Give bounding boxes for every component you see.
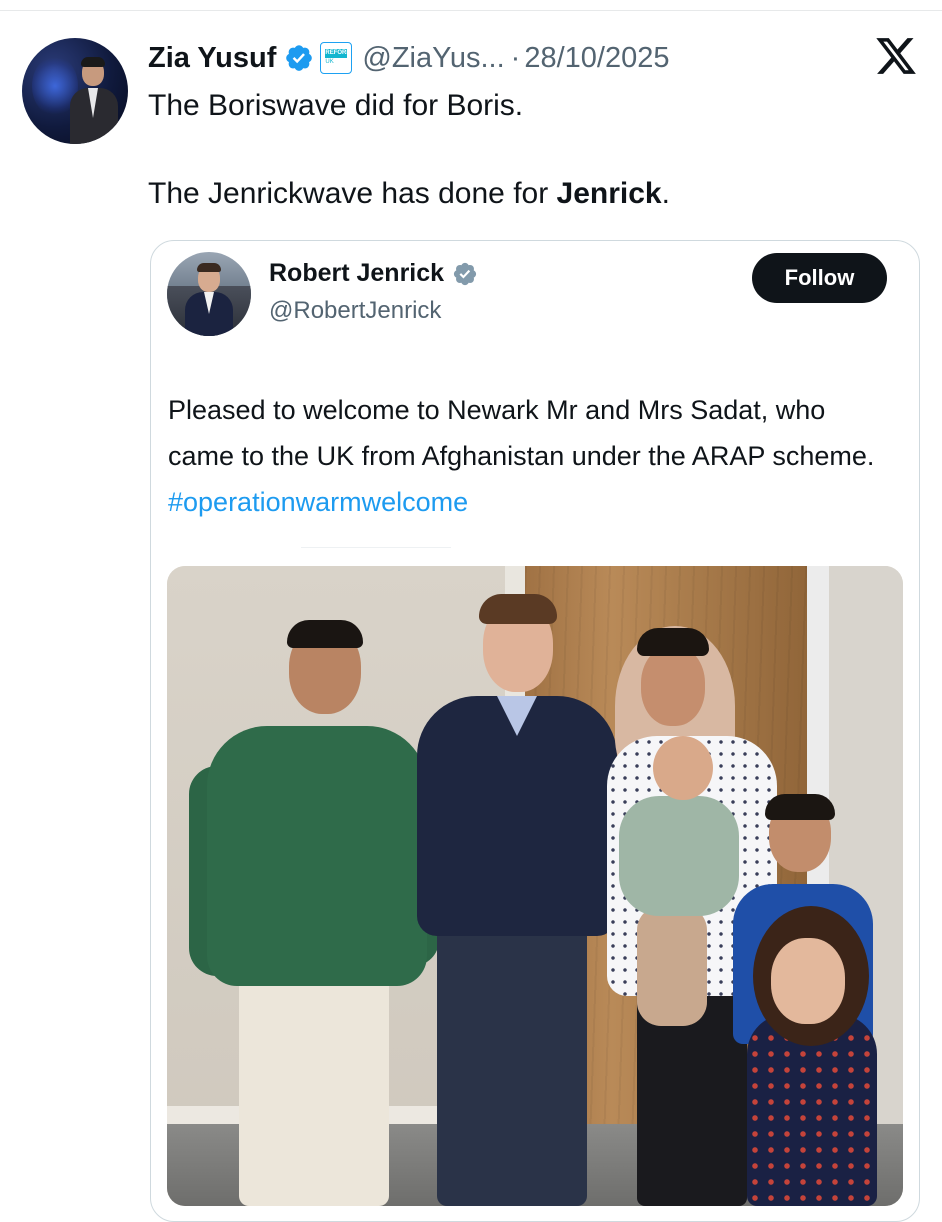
author-avatar[interactable] (22, 38, 128, 144)
top-divider (0, 0, 942, 11)
tweet-text: The Boriswave did for Boris. The Jenrick… (148, 84, 908, 216)
tweet-text-line2: The Jenrickwave has done for Jenrick. (148, 177, 670, 210)
author-name[interactable]: Zia Yusuf (148, 42, 276, 75)
tweet-date[interactable]: 28/10/2025 (524, 42, 669, 75)
tweet-text-line1: The Boriswave did for Boris. (148, 89, 524, 122)
quoted-tweet-card[interactable]: Robert Jenrick @RobertJenrick Follow Ple… (150, 240, 920, 1222)
quoted-author-avatar[interactable] (167, 252, 251, 336)
author-handle[interactable]: @ZiaYus... (362, 42, 504, 75)
verified-gray-badge-icon (452, 261, 478, 287)
follow-button[interactable]: Follow (752, 253, 887, 303)
tweet-header: Zia Yusuf REFORM UK @ZiaYus... · 28/10/2… (148, 36, 670, 80)
quoted-author-line: Robert Jenrick (269, 259, 478, 288)
bold-mention: Jenrick (556, 177, 662, 210)
x-logo-icon[interactable] (874, 34, 918, 78)
quoted-tweet-text: Pleased to welcome to Newark Mr and Mrs … (168, 395, 875, 517)
separator-dot: · (510, 41, 521, 74)
faint-divider (301, 547, 451, 548)
quoted-author-handle[interactable]: @RobertJenrick (269, 297, 441, 325)
tweet-photo[interactable] (167, 566, 903, 1206)
quoted-author-name[interactable]: Robert Jenrick (269, 259, 444, 288)
reform-uk-badge-icon: REFORM UK (320, 42, 353, 74)
hashtag-link[interactable]: #operationwarmwelcome (168, 487, 468, 517)
verified-badge-icon (284, 43, 314, 73)
